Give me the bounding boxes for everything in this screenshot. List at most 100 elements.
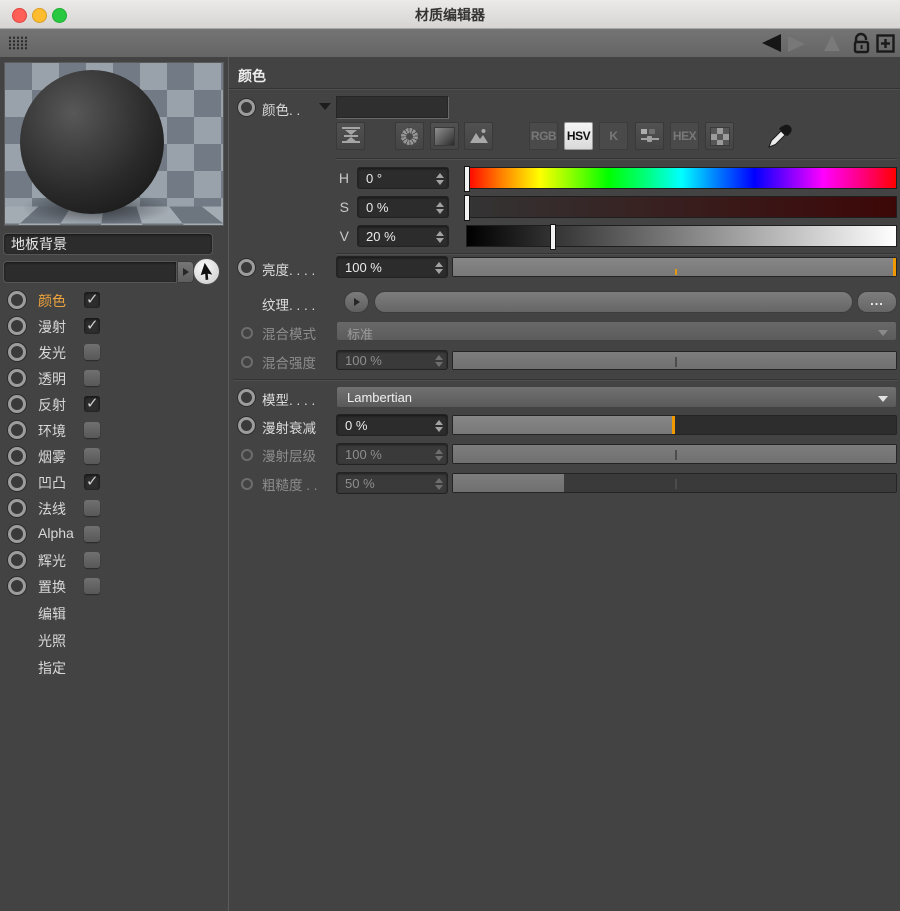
channel-checkbox[interactable] (84, 422, 100, 438)
animation-dot-icon[interactable] (238, 417, 255, 434)
value-input[interactable]: 20 % (357, 225, 449, 247)
color-swatch[interactable] (336, 96, 448, 118)
diffuse-falloff-input[interactable]: 0 % (336, 414, 448, 436)
channel-row[interactable]: 法线 (0, 497, 228, 519)
texture-path-field[interactable] (374, 291, 853, 313)
channel-row[interactable]: 颜色 (0, 289, 228, 311)
animation-dot-icon[interactable] (238, 99, 255, 116)
channel-checkbox[interactable] (84, 396, 100, 412)
image-picker-button[interactable] (464, 122, 493, 150)
channel-checkbox[interactable] (84, 552, 100, 568)
channel-label[interactable]: 烟雾 (38, 447, 66, 467)
animation-dot-icon[interactable] (8, 525, 26, 543)
stepper-icon[interactable] (435, 230, 444, 244)
channel-row[interactable]: 凹凸 (0, 471, 228, 493)
model-dropdown[interactable]: Lambertian (336, 386, 897, 408)
compact-mode-button[interactable] (336, 122, 365, 150)
channel-checkbox[interactable] (84, 344, 100, 360)
channel-row[interactable]: 置换 (0, 575, 228, 597)
channel-label[interactable]: 反射 (38, 395, 66, 415)
channel-label[interactable]: 漫射 (38, 317, 66, 337)
value-gradient-bar[interactable] (466, 225, 897, 247)
hue-gradient-bar[interactable] (466, 167, 897, 189)
color-wheel-button[interactable] (395, 122, 424, 150)
channel-checkbox[interactable] (84, 500, 100, 516)
back-arrow-icon[interactable] (762, 34, 781, 52)
sidebar-item-assign[interactable]: 指定 (38, 657, 66, 679)
channel-label[interactable]: 凹凸 (38, 473, 66, 493)
brightness-slider[interactable] (452, 257, 897, 277)
diffuse-falloff-slider[interactable] (452, 415, 897, 435)
mode-hex-button[interactable]: HEX (670, 122, 699, 150)
hue-marker[interactable] (464, 166, 470, 192)
animation-dot-icon[interactable] (8, 447, 26, 465)
channel-label[interactable]: 发光 (38, 343, 66, 363)
saturation-marker[interactable] (464, 195, 470, 221)
channel-label[interactable]: 辉光 (38, 551, 66, 571)
channel-checkbox[interactable] (84, 292, 100, 308)
animation-dot-icon[interactable] (238, 389, 255, 406)
sidebar-item-edit[interactable]: 编辑 (38, 603, 66, 625)
animation-dot-icon[interactable] (8, 291, 26, 309)
color-options-arrow-icon[interactable] (319, 103, 331, 110)
channel-row[interactable]: Alpha (0, 523, 228, 545)
drag-handle-icon[interactable] (8, 36, 28, 50)
channel-checkbox[interactable] (84, 526, 100, 542)
mode-hsv-button[interactable]: HSV (564, 122, 593, 150)
brightness-input[interactable]: 100 % (336, 256, 448, 278)
channel-checkbox[interactable] (84, 448, 100, 464)
value-marker[interactable] (550, 224, 556, 250)
channel-checkbox[interactable] (84, 370, 100, 386)
stepper-icon[interactable] (434, 261, 443, 275)
channel-label[interactable]: 透明 (38, 369, 66, 389)
up-arrow-icon[interactable] (824, 35, 840, 51)
hue-input[interactable]: 0 ° (357, 167, 449, 189)
animation-dot-icon[interactable] (8, 473, 26, 491)
channel-row[interactable]: 环境 (0, 419, 228, 441)
add-icon[interactable] (876, 34, 895, 53)
animation-dot-icon[interactable] (8, 551, 26, 569)
material-search-input[interactable] (3, 261, 177, 283)
animation-dot-icon[interactable] (8, 343, 26, 361)
stepper-icon[interactable] (434, 419, 443, 433)
animation-dot-icon[interactable] (8, 395, 26, 413)
channel-checkbox[interactable] (84, 318, 100, 334)
channel-label[interactable]: 颜色 (38, 291, 66, 311)
stepper-icon[interactable] (435, 201, 444, 215)
channel-checkbox[interactable] (84, 578, 100, 594)
saturation-input[interactable]: 0 % (357, 196, 449, 218)
channel-label[interactable]: 法线 (38, 499, 66, 519)
channel-label[interactable]: 置换 (38, 577, 66, 597)
material-preview[interactable] (4, 62, 224, 226)
saturation-gradient-bar[interactable] (466, 196, 897, 218)
slider-handle[interactable] (893, 258, 896, 276)
channel-label[interactable]: Alpha (38, 525, 74, 541)
channel-row[interactable]: 反射 (0, 393, 228, 415)
animation-dot-icon[interactable] (238, 259, 255, 276)
search-expand-button[interactable] (177, 261, 194, 283)
animation-dot-icon[interactable] (8, 369, 26, 387)
stepper-icon[interactable] (435, 172, 444, 186)
lock-icon[interactable] (852, 32, 872, 55)
animation-dot-icon[interactable] (8, 577, 26, 595)
mixer-button[interactable] (635, 122, 664, 150)
channel-row[interactable]: 发光 (0, 341, 228, 363)
animation-dot-icon[interactable] (8, 499, 26, 517)
mode-kelvin-button[interactable]: K (599, 122, 628, 150)
animation-dot-icon[interactable] (8, 421, 26, 439)
channel-row[interactable]: 辉光 (0, 549, 228, 571)
spectrum-button[interactable] (430, 122, 459, 150)
sidebar-item-illumination[interactable]: 光照 (38, 630, 66, 652)
channel-checkbox[interactable] (84, 474, 100, 490)
channel-row[interactable]: 烟雾 (0, 445, 228, 467)
channel-label[interactable]: 环境 (38, 421, 66, 441)
slider-handle[interactable] (672, 416, 675, 434)
animation-dot-icon[interactable] (8, 317, 26, 335)
texture-browse-button[interactable]: ... (857, 291, 897, 313)
channel-row[interactable]: 透明 (0, 367, 228, 389)
swatches-button[interactable] (705, 122, 734, 150)
material-name-input[interactable] (3, 233, 213, 255)
texture-expand-button[interactable] (344, 291, 369, 313)
channel-row[interactable]: 漫射 (0, 315, 228, 337)
pick-material-button[interactable] (193, 258, 220, 285)
